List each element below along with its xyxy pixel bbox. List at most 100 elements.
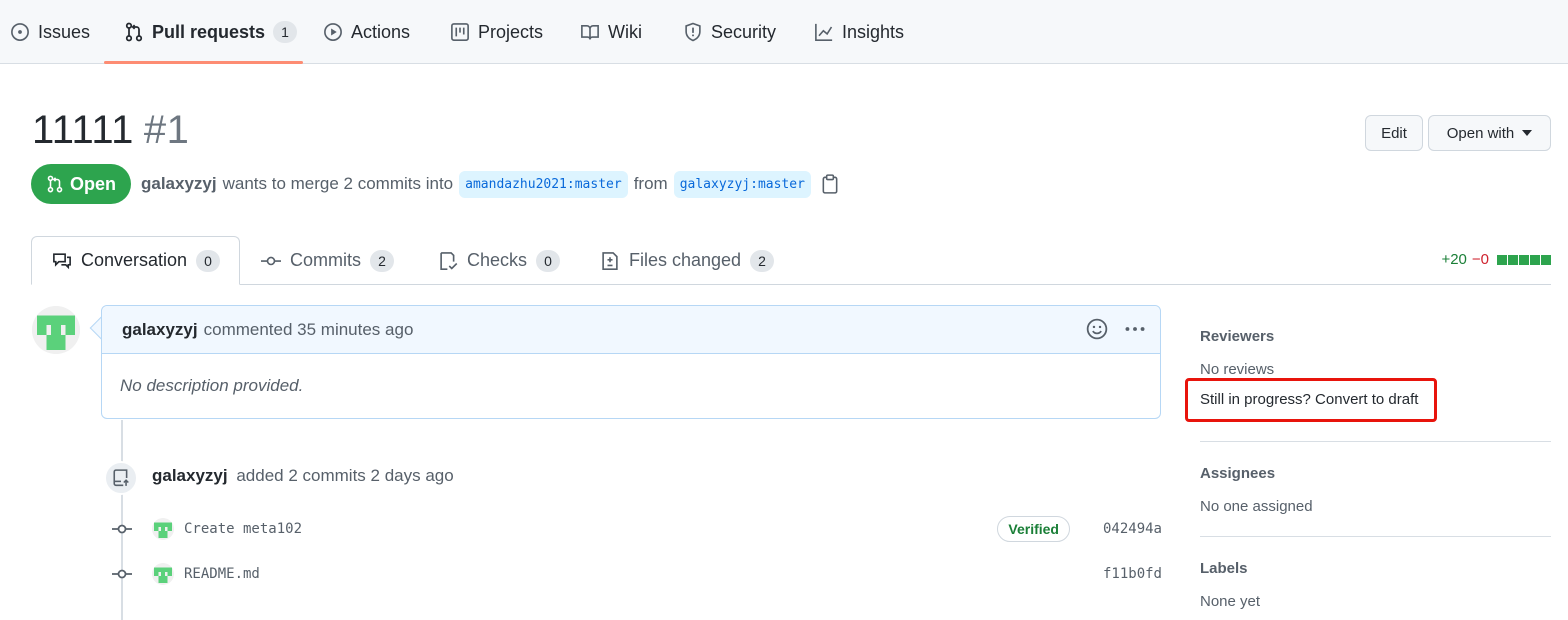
- git-pull-request-icon: [47, 175, 63, 193]
- shield-icon: [685, 22, 701, 42]
- tab-commits-label: Commits: [290, 250, 361, 270]
- files-changed-counter: 2: [750, 249, 775, 272]
- graph-icon: [815, 23, 833, 41]
- issue-opened-icon: [11, 23, 29, 41]
- identicon-icon: [152, 518, 174, 540]
- tab-insights[interactable]: Insights: [814, 0, 904, 64]
- sidebar-divider: [1200, 441, 1551, 442]
- push-event-text: galaxyzyj added 2 commits 2 days ago: [152, 466, 454, 486]
- tab-wiki-label: Wiki: [608, 21, 642, 42]
- edit-button-label: Edit: [1381, 124, 1407, 142]
- diff-additions: +20: [1441, 251, 1467, 268]
- comment-actions: [1086, 318, 1146, 340]
- edit-button[interactable]: Edit: [1365, 115, 1423, 151]
- reviewers-value: No reviews: [1200, 361, 1275, 378]
- sidebar-reviewers: Reviewers No reviews: [1200, 328, 1551, 378]
- repo-push-icon: [113, 469, 129, 487]
- git-commit-icon: [261, 256, 281, 265]
- tab-actions-label: Actions: [351, 21, 411, 42]
- repo-nav: Issues Pull requests 1 Actions Projects …: [0, 0, 1568, 64]
- tab-issues-label: Issues: [38, 21, 91, 42]
- tab-insights-label: Insights: [842, 21, 905, 42]
- pr-number: #1: [143, 108, 190, 152]
- tab-checks[interactable]: Checks 0: [438, 236, 561, 285]
- tab-pull-requests[interactable]: Pull requests 1: [124, 0, 298, 64]
- active-tab-underline: [104, 61, 303, 64]
- page-title: 11111 #1: [32, 108, 189, 153]
- diffstat: +20 −0: [1441, 251, 1551, 268]
- tab-commits[interactable]: Commits 2: [261, 236, 394, 285]
- tab-files-changed[interactable]: Files changed 2: [600, 236, 775, 285]
- smiley-icon[interactable]: [1086, 318, 1108, 340]
- highlight-annotation: [1185, 378, 1437, 422]
- reviewers-heading[interactable]: Reviewers: [1200, 328, 1551, 345]
- tab-checks-label: Checks: [467, 250, 528, 270]
- triangle-down-icon: [1522, 130, 1533, 136]
- list-item: README.md f11b0fd: [112, 561, 1162, 587]
- verified-badge[interactable]: Verified: [997, 516, 1070, 542]
- merge-summary: galaxyzyj wants to merge 2 commits into …: [141, 168, 839, 200]
- commit-sha[interactable]: f11b0fd: [1103, 566, 1162, 582]
- comment-meta[interactable]: commented 35 minutes ago: [204, 320, 414, 340]
- assignees-heading[interactable]: Assignees: [1200, 465, 1551, 482]
- open-with-label: Open with: [1446, 124, 1515, 142]
- diffstat-bar: [1496, 254, 1551, 265]
- merge-text: wants to merge 2 commits into: [222, 174, 454, 193]
- tab-actions[interactable]: Actions: [323, 0, 410, 64]
- pr-author-link[interactable]: galaxyzyj: [141, 174, 217, 194]
- git-pull-request-icon: [125, 22, 143, 42]
- tab-wiki[interactable]: Wiki: [580, 0, 642, 64]
- base-branch[interactable]: amandazhu2021:master: [459, 170, 628, 198]
- tab-issues[interactable]: Issues: [10, 0, 90, 64]
- comment-header: galaxyzyj commented 35 minutes ago: [102, 306, 1160, 354]
- play-icon: [324, 23, 342, 41]
- status-badge: Open: [31, 164, 131, 204]
- tab-projects[interactable]: Projects: [450, 0, 543, 64]
- file-diff-icon: [602, 251, 618, 270]
- comment-author[interactable]: galaxyzyj: [122, 320, 198, 340]
- status-label: Open: [69, 173, 116, 194]
- conversation-counter: 0: [196, 249, 221, 272]
- assignees-value: No one assigned: [1200, 498, 1313, 515]
- tabs-divider: [31, 284, 1551, 285]
- labels-value: None yet: [1200, 593, 1261, 610]
- copy-icon[interactable]: [821, 174, 839, 194]
- kebab-horizontal-icon[interactable]: [1124, 318, 1146, 340]
- tab-conversation[interactable]: Conversation 0: [31, 236, 240, 285]
- sidebar-assignees: Assignees No one assigned: [1200, 465, 1551, 515]
- push-event-badge: [104, 461, 138, 495]
- comment-discussion-icon: [53, 252, 71, 269]
- tab-files-changed-label: Files changed: [629, 250, 742, 270]
- identicon-icon: [32, 306, 80, 354]
- commit-message[interactable]: Create meta102: [184, 521, 302, 537]
- checks-counter: 0: [536, 249, 561, 272]
- commits-counter: 2: [370, 249, 394, 272]
- push-description: added 2 commits 2 days ago: [236, 466, 454, 485]
- tab-security[interactable]: Security: [683, 0, 776, 64]
- commit-author-avatar[interactable]: [152, 563, 174, 585]
- identicon-icon: [152, 563, 174, 585]
- tab-conversation-label: Conversation: [81, 250, 188, 270]
- git-commit-icon: [112, 569, 132, 579]
- avatar[interactable]: [32, 306, 80, 354]
- pr-title-text: 11111: [32, 108, 134, 152]
- commit-author-avatar[interactable]: [152, 518, 174, 540]
- commit-message[interactable]: README.md: [184, 566, 260, 582]
- list-item: Create meta102 Verified 042494a: [112, 516, 1162, 542]
- commit-sha[interactable]: 042494a: [1103, 521, 1162, 537]
- open-with-button[interactable]: Open with: [1428, 115, 1551, 151]
- comment-box: galaxyzyj commented 35 minutes ago No de…: [101, 305, 1161, 419]
- push-author[interactable]: galaxyzyj: [152, 466, 228, 485]
- pull-requests-counter: 1: [273, 21, 298, 43]
- tab-projects-label: Projects: [478, 21, 544, 42]
- labels-heading[interactable]: Labels: [1200, 560, 1551, 577]
- book-icon: [581, 24, 599, 40]
- tab-security-label: Security: [711, 21, 777, 42]
- head-branch[interactable]: galaxyzyj:master: [673, 170, 811, 198]
- sidebar-labels: Labels None yet: [1200, 560, 1551, 610]
- tab-pull-requests-label: Pull requests: [152, 21, 266, 42]
- project-icon: [451, 23, 469, 41]
- diff-deletions: −0: [1471, 251, 1489, 268]
- comment-body: No description provided.: [120, 376, 304, 395]
- from-text: from: [633, 174, 668, 193]
